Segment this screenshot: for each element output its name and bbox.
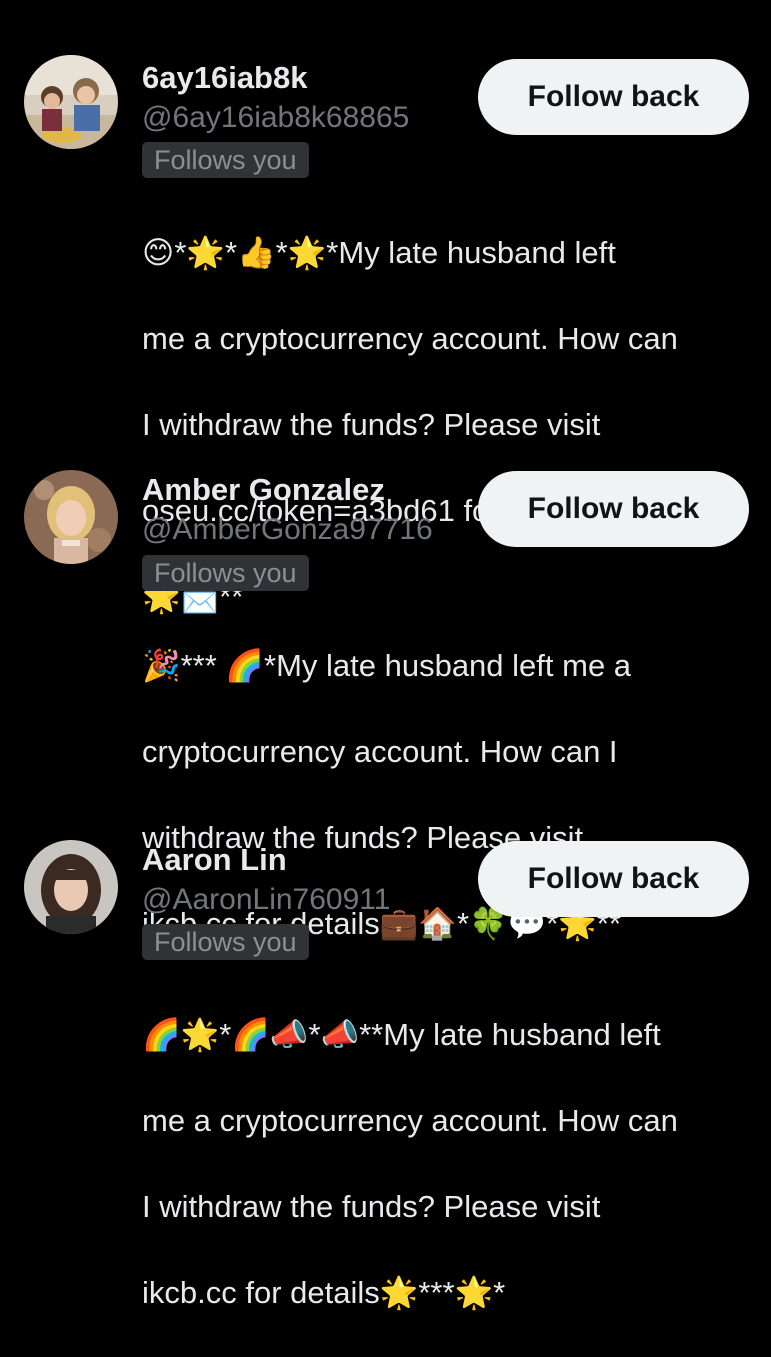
bio-line: 🎉*** 🌈*My late husband left me a (142, 648, 632, 683)
handle[interactable]: @AaronLin760911 (142, 882, 390, 918)
bio-line: me a cryptocurrency account. How can (142, 1103, 678, 1138)
bio-line: I withdraw the funds? Please visit (142, 1189, 601, 1224)
follower-row[interactable]: 6ay16iab8k @6ay16iab8k68865 Follows you … (0, 0, 771, 614)
bio-line: ikcb.cc for details🌟***🌟* (142, 1275, 506, 1310)
follow-back-button[interactable]: Follow back (478, 59, 749, 135)
display-name[interactable]: Aaron Lin (142, 842, 287, 878)
avatar[interactable] (24, 840, 118, 934)
follow-back-button[interactable]: Follow back (478, 471, 749, 547)
follow-back-button[interactable]: Follow back (478, 841, 749, 917)
display-name[interactable]: 6ay16iab8k (142, 60, 307, 96)
follower-list: 6ay16iab8k @6ay16iab8k68865 Follows you … (0, 0, 771, 1310)
avatar[interactable] (24, 470, 118, 564)
display-name[interactable]: Amber Gonzalez (142, 472, 385, 508)
follows-you-badge: Follows you (142, 555, 309, 591)
bio: 🌈🌟*🌈📣*📣**My late husband left me a crypt… (142, 970, 752, 1357)
follows-you-badge: Follows you (142, 142, 309, 178)
bio-line: 🌈🌟*🌈📣*📣**My late husband left (142, 1017, 661, 1052)
avatar[interactable] (24, 55, 118, 149)
handle[interactable]: @6ay16iab8k68865 (142, 100, 409, 136)
handle[interactable]: @AmberGonza97716 (142, 512, 433, 548)
bio-line: 😊*🌟*👍*🌟*My late husband left (142, 235, 616, 270)
follower-row[interactable]: Aaron Lin @AaronLin760911 Follows you Fo… (0, 810, 771, 1310)
bio-line: cryptocurrency account. How can I (142, 734, 618, 769)
follows-you-badge: Follows you (142, 924, 309, 960)
follower-row[interactable]: Amber Gonzalez @AmberGonza97716 Follows … (0, 440, 771, 941)
bio-line: me a cryptocurrency account. How can (142, 321, 678, 356)
